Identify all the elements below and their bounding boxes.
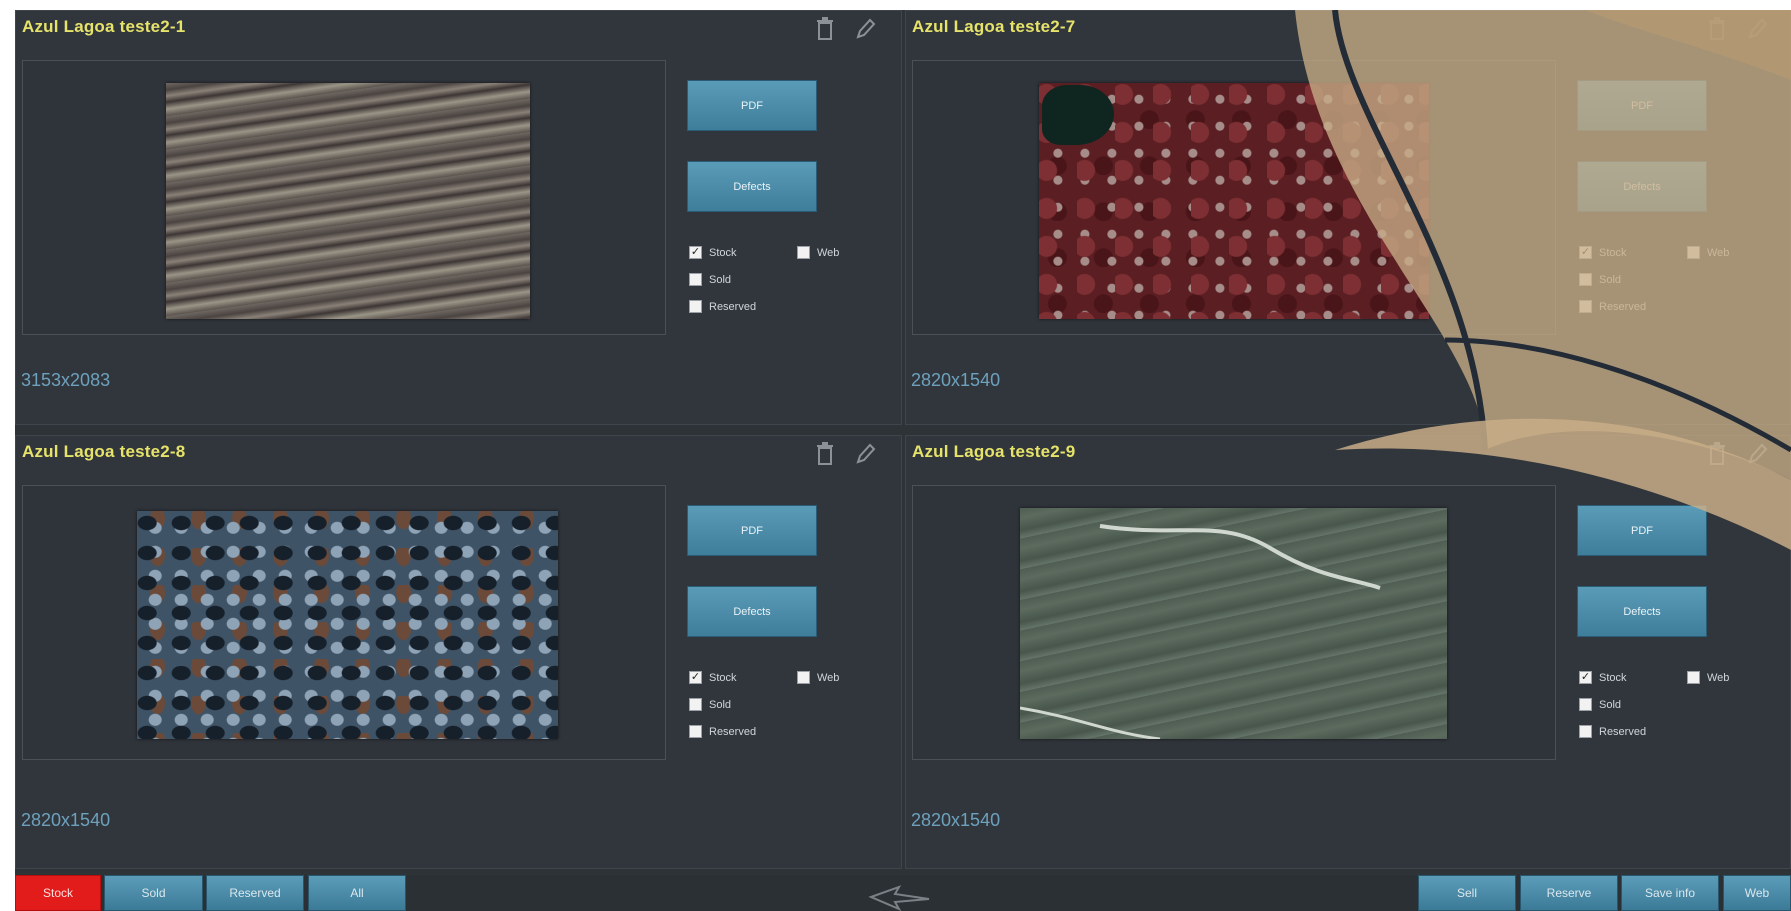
checkbox-label: Stock: [1599, 246, 1627, 259]
reserved-checkbox[interactable]: Reserved: [1579, 725, 1646, 738]
checkbox-box: ✓: [1579, 246, 1592, 259]
checkbox-box: ✓: [689, 671, 702, 684]
checkbox-box: [1579, 300, 1592, 313]
stock-checkbox[interactable]: ✓ Stock: [689, 671, 737, 684]
trash-icon[interactable]: [813, 441, 837, 467]
defects-button[interactable]: Defects: [1577, 161, 1707, 212]
defects-button[interactable]: Defects: [687, 161, 817, 212]
checkbox-box: ✓: [1579, 671, 1592, 684]
sold-checkbox[interactable]: Sold: [1579, 698, 1621, 711]
web-checkbox[interactable]: Web: [1687, 246, 1729, 259]
slab-dimensions: 2820x1540: [21, 810, 111, 830]
slab-title: Azul Lagoa teste2-1: [22, 17, 186, 36]
slab-vein: [1020, 524, 1381, 739]
slab-title: Azul Lagoa teste2-9: [912, 442, 1076, 461]
checkbox-box: [689, 300, 702, 313]
checkbox-label: Stock: [1599, 671, 1627, 684]
web-checkbox[interactable]: Web: [797, 246, 839, 259]
checkbox-box: [1579, 273, 1592, 286]
reserved-checkbox[interactable]: Reserved: [689, 725, 756, 738]
save-info-button[interactable]: Save info: [1621, 875, 1719, 911]
checkbox-label: Reserved: [709, 300, 757, 313]
sell-button[interactable]: Sell: [1418, 875, 1516, 911]
back-arrow-icon[interactable]: [865, 883, 935, 911]
filter-sold-button[interactable]: Sold: [104, 875, 203, 911]
trash-icon[interactable]: [813, 16, 837, 42]
slab-card: Azul Lagoa teste2-9 PDF Defects ✓ Stock W…: [905, 435, 1791, 869]
web-checkbox[interactable]: Web: [797, 671, 839, 684]
slab-image-frame[interactable]: [22, 485, 666, 760]
stock-checkbox[interactable]: ✓ Stock: [1579, 671, 1627, 684]
pencil-icon[interactable]: [853, 441, 877, 467]
slab-title: Azul Lagoa teste2-8: [22, 442, 186, 461]
slab-title: Azul Lagoa teste2-7: [912, 17, 1076, 36]
trash-icon[interactable]: [1705, 16, 1729, 42]
sold-checkbox[interactable]: Sold: [1579, 273, 1621, 286]
pdf-button[interactable]: PDF: [1577, 80, 1707, 131]
defects-button[interactable]: Defects: [1577, 586, 1707, 637]
slab-image: [166, 83, 530, 319]
filter-reserved-button[interactable]: Reserved: [206, 875, 304, 911]
checkbox-label: Web: [1707, 671, 1730, 684]
slab-card: Azul Lagoa teste2-1 PDF Defects ✓ Stock W…: [15, 10, 902, 425]
trash-icon[interactable]: [1705, 441, 1729, 467]
slab-dimensions: 2820x1540: [911, 370, 1001, 390]
pencil-icon[interactable]: [1745, 441, 1769, 467]
slab-image-frame[interactable]: [912, 485, 1556, 760]
checkbox-box: [689, 273, 702, 286]
checkbox-box: [1579, 698, 1592, 711]
checkbox-label: Sold: [709, 698, 732, 711]
checkbox-box: [689, 698, 702, 711]
checkbox-label: Web: [1707, 246, 1730, 259]
slab-dimensions: 2820x1540: [911, 810, 1001, 830]
checkbox-label: Sold: [709, 273, 732, 286]
pdf-button[interactable]: PDF: [687, 505, 817, 556]
app-window: Azul Lagoa teste2-1 PDF Defects ✓ Stock W…: [15, 10, 1791, 911]
stock-checkbox[interactable]: ✓ Stock: [689, 246, 737, 259]
checkbox-label: Reserved: [1599, 300, 1647, 313]
slab-dimensions: 3153x2083: [21, 370, 111, 390]
slab-image-frame[interactable]: [22, 60, 666, 335]
reserved-checkbox[interactable]: Reserved: [689, 300, 756, 313]
filter-stock-button[interactable]: Stock: [15, 875, 101, 911]
checkbox-label: Sold: [1599, 273, 1622, 286]
checkbox-box: [1687, 246, 1700, 259]
pdf-button[interactable]: PDF: [1577, 505, 1707, 556]
pencil-icon[interactable]: [853, 16, 877, 42]
slab-image-frame[interactable]: [912, 60, 1556, 335]
checkbox-label: Reserved: [1599, 725, 1647, 738]
checkbox-label: Stock: [709, 246, 737, 259]
filter-all-button[interactable]: All: [308, 875, 406, 911]
sold-checkbox[interactable]: Sold: [689, 273, 731, 286]
checkbox-label: Sold: [1599, 698, 1622, 711]
checkbox-label: Web: [817, 246, 840, 259]
web-checkbox[interactable]: Web: [1687, 671, 1729, 684]
slab-card: Azul Lagoa teste2-7 PDF Defects ✓ Stock W…: [905, 10, 1791, 425]
checkbox-box: [1579, 725, 1592, 738]
slab-card: Azul Lagoa teste2-8 PDF Defects ✓ Stock W…: [15, 435, 902, 869]
stock-checkbox[interactable]: ✓ Stock: [1579, 246, 1627, 259]
checkbox-box: [797, 671, 810, 684]
checkbox-label: Stock: [709, 671, 737, 684]
reserved-checkbox[interactable]: Reserved: [1579, 300, 1646, 313]
checkbox-label: Reserved: [709, 725, 757, 738]
checkbox-box: [689, 725, 702, 738]
pdf-button[interactable]: PDF: [687, 80, 817, 131]
defects-button[interactable]: Defects: [687, 586, 817, 637]
reserve-button[interactable]: Reserve: [1520, 875, 1618, 911]
checkbox-box: [797, 246, 810, 259]
slab-image: [137, 511, 558, 739]
pencil-icon[interactable]: [1745, 16, 1769, 42]
checkbox-box: ✓: [689, 246, 702, 259]
sold-checkbox[interactable]: Sold: [689, 698, 731, 711]
checkbox-box: [1687, 671, 1700, 684]
web-button[interactable]: Web: [1723, 875, 1791, 911]
checkbox-label: Web: [817, 671, 840, 684]
